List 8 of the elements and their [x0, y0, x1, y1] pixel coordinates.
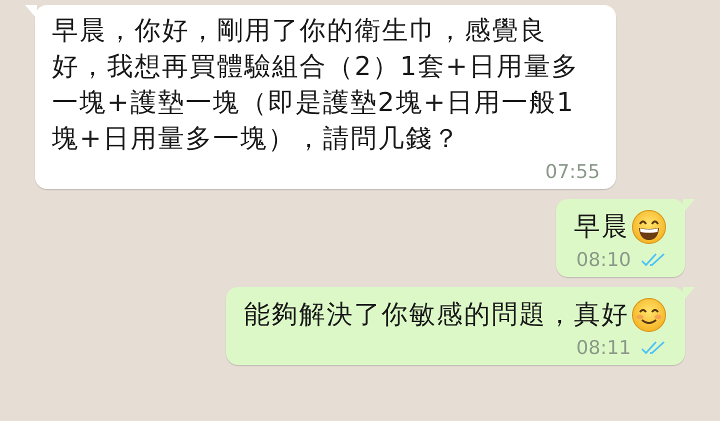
message-time: 08:11 [576, 337, 631, 359]
grinning-face-icon [631, 209, 667, 245]
message-text: 早晨，你好，剛用了你的衛生巾，感覺良好，我想再買體驗組合（2）1套+日用量多一塊+護墊一塊（即是護墊2塊+日用一般1塊+日用量多一塊），請問几錢？ [52, 15, 580, 156]
message-text: 早晨 [574, 211, 629, 244]
smiling-face-icon [631, 297, 667, 333]
message-text: 能夠解決了你敏感的問題，真好 [244, 299, 629, 332]
message-time: 07:55 [545, 161, 600, 183]
message-time: 08:10 [576, 249, 631, 271]
